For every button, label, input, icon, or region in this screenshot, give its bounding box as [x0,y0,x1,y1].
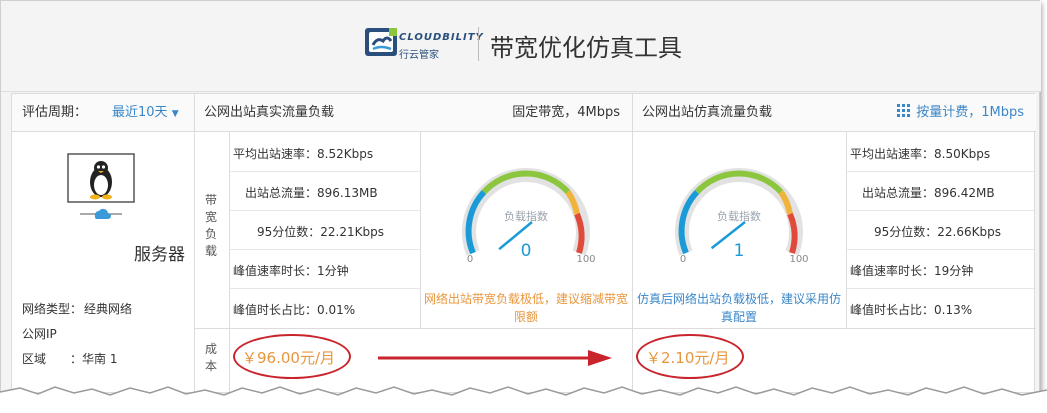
sim-cost: ￥2.10元/月 [646,349,730,367]
real-load-gauge: 负载指数 0 0 100 [462,168,596,265]
sim-avg-rate: 平均出站速率：8.50Kbps [850,147,991,161]
brand-name-cn: 行云管家 [399,50,439,61]
real-billing-mode: 固定带宽，4Mbps [512,105,620,120]
brand-name-en: CLOUDBILITY [399,32,484,43]
row-line [846,210,1036,211]
real-avg-rate: 平均出站速率：8.52Kbps [233,147,374,161]
row-label-char: 带 [204,193,217,207]
gauge-title: 负载指数 [504,209,548,223]
region-value-text: 华南 1 [82,352,118,366]
region-label: 区域 [22,352,47,366]
sim-total-traffic: 出站总流量：896.42MB [862,186,995,200]
row-line [846,171,1036,172]
gauge-min-label: 0 [467,254,473,265]
app-window: CLOUDBILITY 行云管家 带宽优化仿真工具 评估周期： 最近10天 ▼ … [0,0,1041,405]
row-line [846,288,1036,289]
real-load-title: 公网出站真实流量负载 [204,105,335,120]
real-gauge-value: 0 [521,241,532,261]
grid-dots-icon [897,104,911,117]
row-label-char: 本 [204,359,217,373]
row-line [229,249,420,250]
sim-peak-duration: 峰值速率时长：19分钟 [850,264,974,278]
divider [632,94,633,394]
divider [846,132,847,328]
sim-peak-ratio: 峰值时长占比：0.13% [850,303,973,317]
sim-gauge-value: 1 [734,241,745,261]
torn-edge-decoration [0,386,1047,413]
real-peak-duration: 峰值速率时长：1分钟 [233,264,349,278]
real-p95: 95分位数：22.21Kbps [257,225,384,239]
gauge-title: 负载指数 [717,209,761,223]
divider [194,94,195,394]
network-type-label: 网络类型： [22,302,83,316]
divider [420,132,421,328]
caret-down-icon: ▼ [171,109,179,119]
row-line [229,288,420,289]
sim-recommendation: 仿真后网络出站负载极低，建议采用仿真配置 [636,292,841,324]
sim-load-gauge: 负载指数 1 0 100 [675,168,809,265]
row-line [846,249,1036,250]
simulation-panel: 评估周期： 最近10天 ▼ 公网出站真实流量负载 固定带宽，4Mbps 公网出站… [11,93,1036,394]
real-peak-ratio: 峰值时长占比：0.01% [233,303,356,317]
network-type-value: 经典网络 [84,302,133,316]
linux-server-icon [67,153,135,219]
period-dropdown[interactable]: 最近10天 ▼ [112,94,179,133]
arrow-right-icon [378,350,612,366]
app-header: CLOUDBILITY 行云管家 带宽优化仿真工具 [1,1,1041,92]
sim-billing-selector[interactable]: 按量计费，1Mbps [897,94,1024,132]
sim-load-bar: 公网出站仿真流量负载 按量计费，1Mbps [632,94,1036,132]
row-label-char: 载 [204,244,217,258]
real-recommendation: 网络出站带宽负载极低，建议缩减带宽限额 [423,292,628,324]
bandwidth-load-row-label: 带 宽 负 载 [204,192,218,260]
period-label: 评估周期： [22,105,88,120]
public-ip-label: 公网IP [22,327,57,341]
period-value: 最近10天 [112,105,168,120]
real-cost: ￥96.00元/月 [242,349,335,367]
row-line [229,171,420,172]
title-divider [478,27,479,61]
real-total-traffic: 出站总流量：896.13MB [245,186,378,200]
cost-row-line [194,328,1036,329]
row-label-char: 宽 [204,210,217,224]
server-name: 服务器 [134,245,185,265]
gauge-max-label: 100 [789,254,808,265]
cloudbility-logo-icon [365,28,397,56]
page-title: 带宽优化仿真工具 [490,34,682,62]
sim-load-title: 公网出站仿真流量负载 [642,105,773,120]
row-line [229,210,420,211]
sim-p95: 95分位数：22.66Kbps [874,225,1001,239]
sim-billing-mode: 按量计费，1Mbps [916,105,1024,120]
cost-row-label: 成 本 [204,341,218,375]
row-label-char: 负 [204,227,217,241]
real-load-bar: 公网出站真实流量负载 固定带宽，4Mbps [194,94,632,132]
gauge-min-label: 0 [680,254,686,265]
gauge-max-label: 100 [576,254,595,265]
period-bar: 评估周期： 最近10天 ▼ [12,94,194,132]
row-label-char: 成 [204,342,217,356]
region-value: ：华南 1 [70,352,118,366]
